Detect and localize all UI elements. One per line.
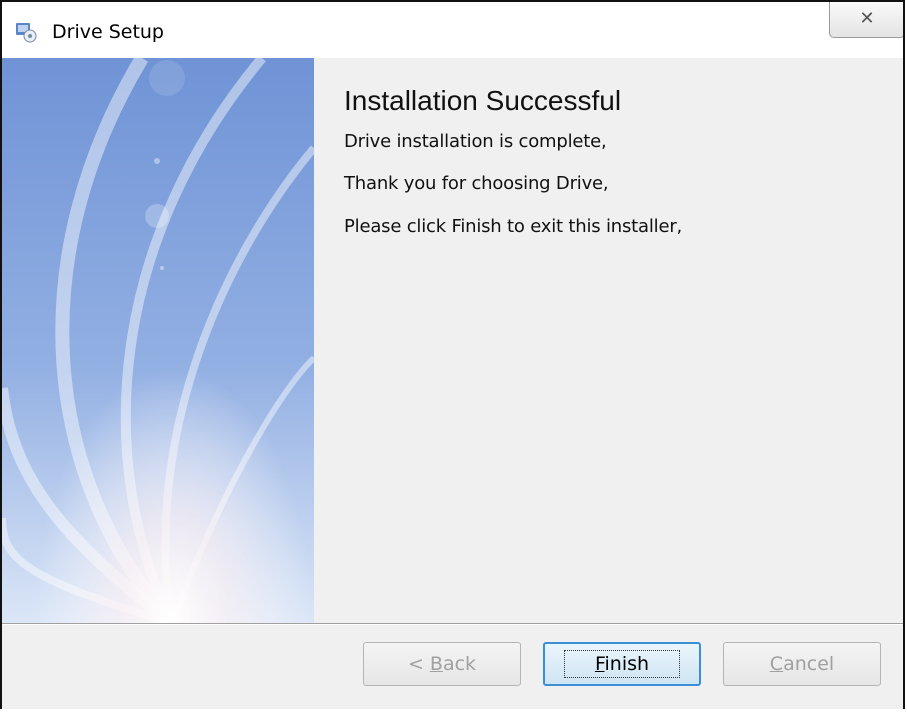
window-title: Drive Setup — [52, 21, 164, 43]
setup-window: Drive Setup ✕ Installation Successful Dr… — [0, 0, 905, 709]
back-prefix: < — [407, 653, 430, 675]
page-title: Installation Successful — [344, 85, 622, 116]
back-label: ack — [442, 653, 477, 675]
finish-accel: F — [594, 653, 605, 675]
back-accel: B — [429, 653, 443, 675]
back-button[interactable]: < Back — [363, 642, 521, 686]
close-icon: ✕ — [859, 7, 875, 29]
cancel-accel: C — [769, 653, 784, 675]
content-area: Installation Successful Drive installati… — [2, 58, 903, 623]
thank-you-message: Thank you for choosing Drive, — [344, 173, 609, 194]
cancel-label: ancel — [783, 653, 835, 675]
finish-button[interactable]: Finish — [543, 642, 701, 686]
cancel-button[interactable]: Cancel — [723, 642, 881, 686]
setup-app-icon — [16, 23, 37, 43]
finish-instruction: Please click Finish to exit this install… — [344, 216, 683, 237]
decorative-banner — [2, 58, 314, 623]
completion-message: Drive installation is complete, — [344, 131, 607, 152]
button-bar: < Back Finish Cancel — [2, 625, 903, 709]
finish-label: inish — [604, 653, 650, 675]
finish-focus-rect: Finish — [563, 650, 681, 678]
title-bar: Drive Setup ✕ — [2, 2, 903, 58]
close-button[interactable]: ✕ — [829, 2, 903, 38]
